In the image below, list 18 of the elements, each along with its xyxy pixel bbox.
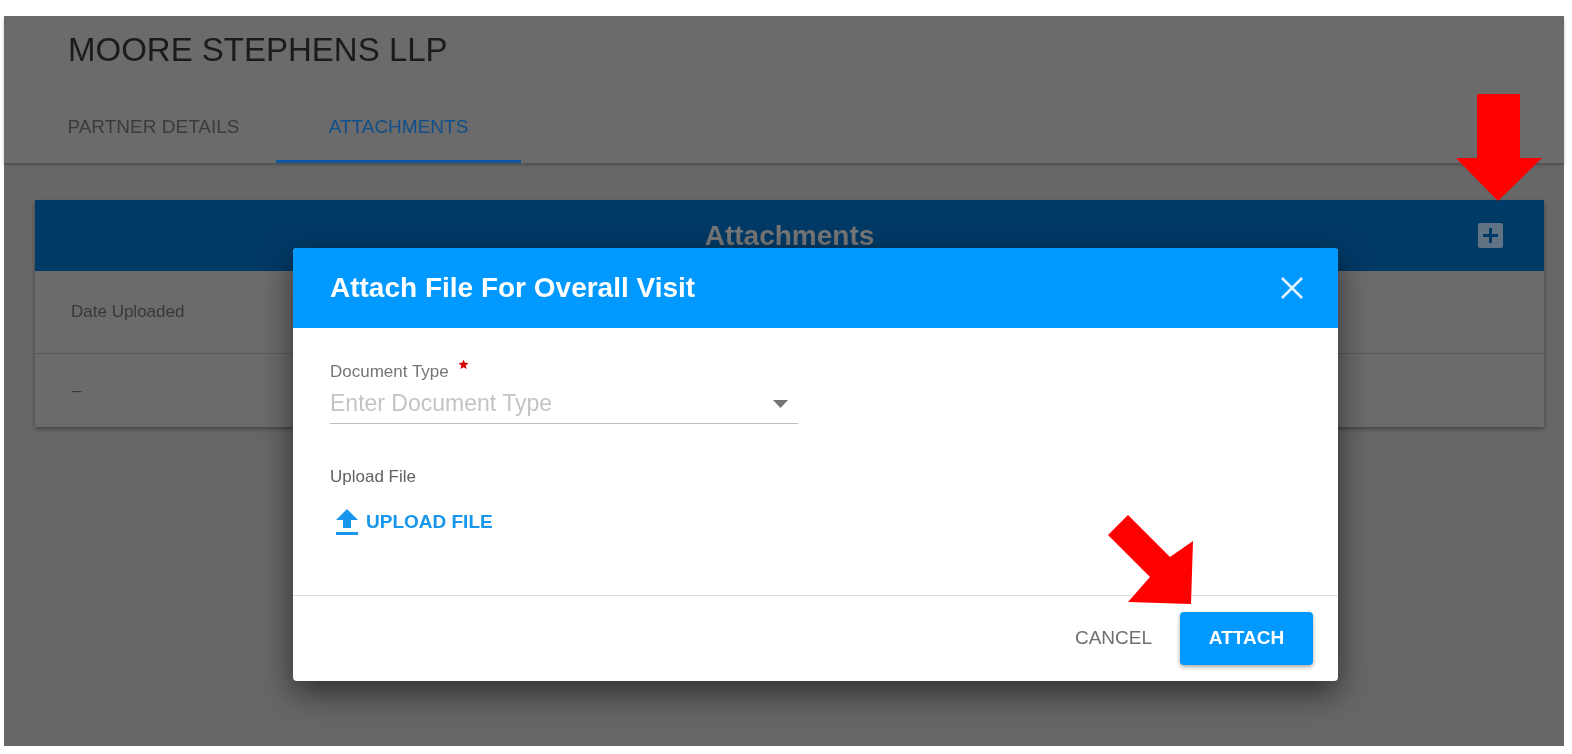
select-field[interactable]: Enter Document Type xyxy=(330,389,798,424)
table-cell-text: – xyxy=(72,379,82,402)
caret-icon xyxy=(773,399,788,408)
field-label: Upload File xyxy=(330,467,416,487)
card-title: Attachments xyxy=(704,218,875,253)
upload-button[interactable]: UPLOAD FILE xyxy=(330,506,499,538)
attach-button[interactable]: ATTACH xyxy=(1180,612,1313,665)
callout-arrow-icon xyxy=(1108,515,1193,604)
upload-icon xyxy=(336,509,358,535)
tab[interactable]: ATTACHMENTS xyxy=(276,94,521,163)
dialog-title: Attach File For Overall Visit xyxy=(330,271,696,305)
cancel-button[interactable]: CANCEL xyxy=(1066,612,1160,665)
add-button[interactable] xyxy=(1478,223,1503,248)
close-icon xyxy=(1281,277,1303,299)
callout-arrow-icon xyxy=(1456,94,1542,201)
page-title: MOORE STEPHENS LLP xyxy=(68,30,448,70)
field-label: Document Type xyxy=(330,362,449,382)
plus-icon xyxy=(1478,223,1503,248)
